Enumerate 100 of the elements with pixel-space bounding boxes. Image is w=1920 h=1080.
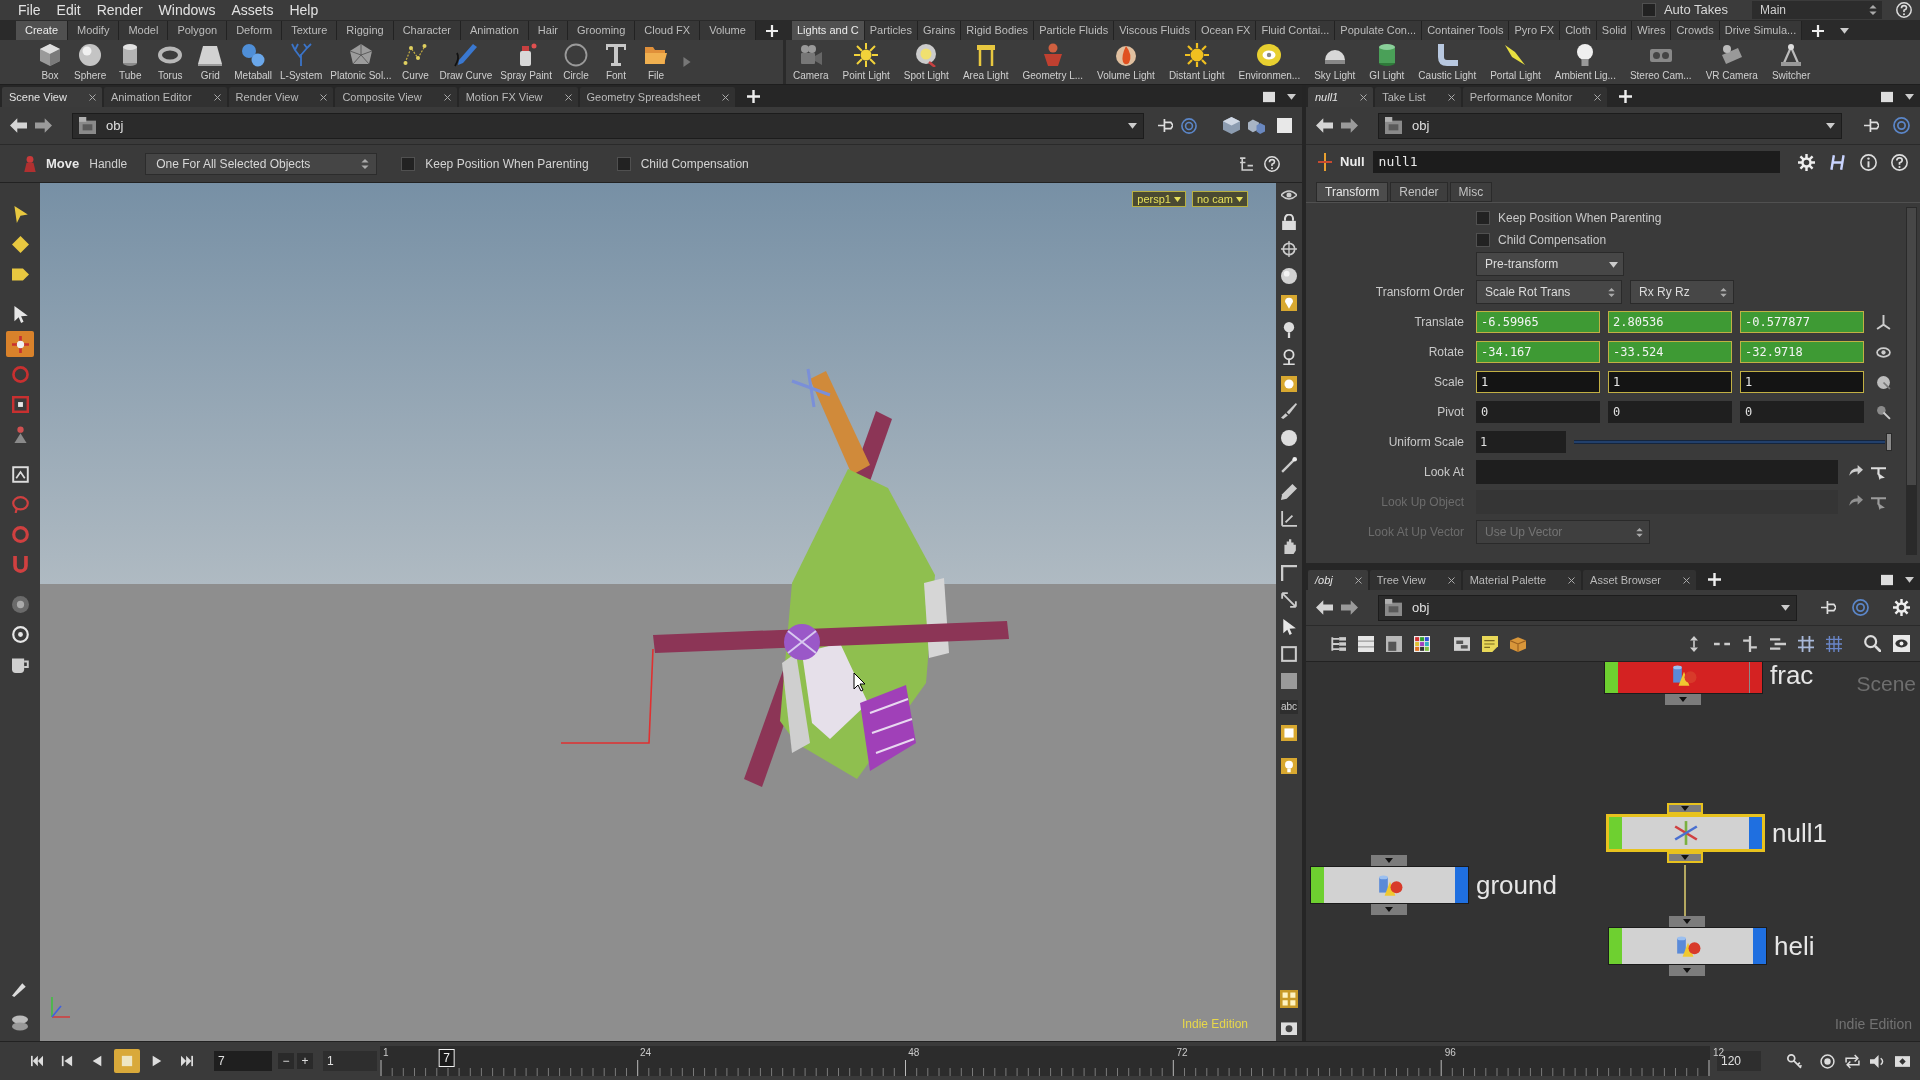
wand-icon[interactable] [1281, 457, 1297, 473]
shelf-tab[interactable]: Create [16, 21, 69, 40]
shelf-tool[interactable]: Distant Light [1161, 41, 1232, 83]
desktop-dropdown[interactable]: Main [1752, 1, 1882, 19]
checkbox[interactable] [1476, 211, 1490, 225]
loop-icon[interactable] [1845, 1053, 1860, 1069]
shelf-tab[interactable]: Lights and C [792, 21, 865, 40]
shelf-tool[interactable]: Portal Light [1483, 41, 1548, 83]
speaker-icon[interactable] [1870, 1053, 1885, 1069]
caret-down-icon[interactable] [1905, 575, 1914, 584]
network-node[interactable] [1608, 927, 1767, 965]
hand-icon[interactable] [1281, 538, 1297, 554]
plus-icon[interactable] [1619, 90, 1633, 103]
shelf-tab[interactable]: Hair [528, 21, 568, 40]
shelf-tool[interactable]: Circle [555, 41, 596, 83]
number-field[interactable]: 0 [1608, 401, 1732, 423]
forward-arrow-icon[interactable] [35, 117, 52, 134]
input-connector-icon[interactable] [1669, 916, 1705, 927]
parameter-tab[interactable]: Render [1390, 182, 1448, 202]
number-field[interactable]: 1 [1476, 431, 1566, 453]
pivot-point-icon[interactable] [1876, 404, 1891, 420]
plus-icon[interactable] [765, 25, 778, 37]
pane-tab[interactable]: Take List [1375, 87, 1461, 107]
shelf-tool[interactable]: Spot Light [896, 41, 956, 83]
shelf-tool[interactable]: Spray Paint [496, 41, 556, 83]
axis-arrows-icon[interactable] [1876, 314, 1891, 330]
shelf-tool[interactable]: L-System [276, 41, 327, 83]
shelf-tool[interactable]: GI Light [1362, 41, 1412, 83]
node-flag[interactable] [1609, 817, 1622, 849]
pin-icon[interactable] [1821, 600, 1836, 615]
node-label[interactable]: ground [1476, 870, 1557, 900]
shelf-tab[interactable]: Particle Fluids [1034, 21, 1115, 40]
menu-item[interactable]: Assets [223, 1, 282, 19]
input-connector-icon[interactable] [1371, 855, 1407, 866]
stand-icon[interactable] [1281, 349, 1297, 365]
list-icon[interactable] [1358, 635, 1374, 652]
more-arrow-icon[interactable] [681, 57, 692, 67]
menu-item[interactable]: Help [281, 1, 327, 19]
close-icon[interactable] [1360, 93, 1368, 101]
shelf-tab[interactable]: Texture [282, 21, 338, 40]
record-icon[interactable] [1820, 1053, 1835, 1069]
shelf-tool[interactable]: Caustic Light [1411, 41, 1484, 83]
pane-tab[interactable]: /obj [1308, 570, 1368, 590]
path-field[interactable]: obj [1378, 112, 1842, 139]
text-display-toggle[interactable]: abc [1279, 700, 1299, 714]
shelf-tab[interactable]: Wires [1632, 21, 1672, 40]
maximize-icon[interactable] [1881, 574, 1893, 586]
close-icon[interactable] [722, 93, 730, 101]
shelf-tab[interactable]: Crowds [1671, 21, 1720, 40]
shelf-tab[interactable]: Volume [700, 21, 756, 40]
shelf-tab[interactable]: Populate Con... [1335, 21, 1423, 40]
shelf-tool[interactable]: Environmen... [1231, 41, 1308, 83]
pane-tab[interactable]: null1 [1308, 87, 1374, 107]
paint-brush-icon[interactable] [1281, 403, 1297, 419]
viewport-tool-button[interactable] [6, 331, 34, 357]
scale-sphere-icon[interactable] [1876, 374, 1891, 390]
settings-gear-icon[interactable] [1893, 599, 1910, 616]
color-grid-icon[interactable] [1414, 635, 1430, 652]
pane-tab[interactable]: Motion FX View [458, 87, 578, 107]
number-field[interactable]: 0 [1476, 401, 1600, 423]
help-icon[interactable] [1891, 153, 1908, 171]
shelf-tab[interactable]: Polygon [168, 21, 228, 40]
node-label[interactable]: heli [1774, 931, 1815, 961]
pin-icon[interactable] [1864, 118, 1879, 133]
checkbox[interactable] [616, 156, 631, 171]
shelf-tool[interactable]: Sky Light [1307, 41, 1363, 83]
pick-object-icon[interactable] [1871, 494, 1886, 510]
parameter-tab[interactable]: Misc [1449, 182, 1493, 202]
shelf-tab[interactable]: Animation [460, 21, 529, 40]
close-icon[interactable] [88, 93, 96, 101]
square-outline-icon[interactable] [1281, 646, 1297, 662]
caret-down-icon[interactable] [1287, 92, 1296, 101]
crosshair-icon[interactable] [1281, 241, 1297, 257]
pane-tab[interactable]: Animation Editor [103, 87, 227, 107]
close-icon[interactable] [1447, 93, 1455, 101]
shelf-tab[interactable]: Character [393, 21, 461, 40]
back-arrow-icon[interactable] [1316, 599, 1333, 616]
maximize-icon[interactable] [1881, 91, 1893, 103]
pane-tab[interactable]: Performance Monitor [1462, 87, 1608, 107]
current-frame-marker[interactable]: 7 [438, 1049, 455, 1067]
shelf-tool[interactable]: Tube [110, 41, 151, 83]
shelf-tool[interactable]: File [635, 41, 676, 83]
lock-icon[interactable] [1281, 214, 1297, 230]
caret-down-icon[interactable] [1840, 26, 1850, 35]
menu-item[interactable]: Windows [150, 1, 224, 19]
shelf-tab[interactable]: Rigging [337, 21, 394, 40]
number-field[interactable]: 0 [1740, 401, 1864, 423]
object-path-field[interactable] [1476, 460, 1838, 484]
shelf-tab[interactable]: Particles [864, 21, 918, 40]
node-flag[interactable] [1311, 867, 1324, 903]
shelf-tool[interactable]: Volume Light [1090, 41, 1162, 83]
pick-object-icon[interactable] [1871, 464, 1886, 480]
shelf-tool[interactable]: Geometry L... [1015, 41, 1091, 83]
close-icon[interactable] [1568, 576, 1576, 584]
node-label[interactable]: frac [1770, 662, 1814, 690]
shelf-tool[interactable]: VR Camera [1698, 41, 1765, 83]
shelf-tab[interactable]: Fluid Contai... [1256, 21, 1336, 40]
align-lines-icon[interactable] [1770, 635, 1786, 652]
shelf-tab[interactable]: Container Tools [1422, 21, 1510, 40]
caret-down-icon[interactable] [1905, 92, 1914, 101]
